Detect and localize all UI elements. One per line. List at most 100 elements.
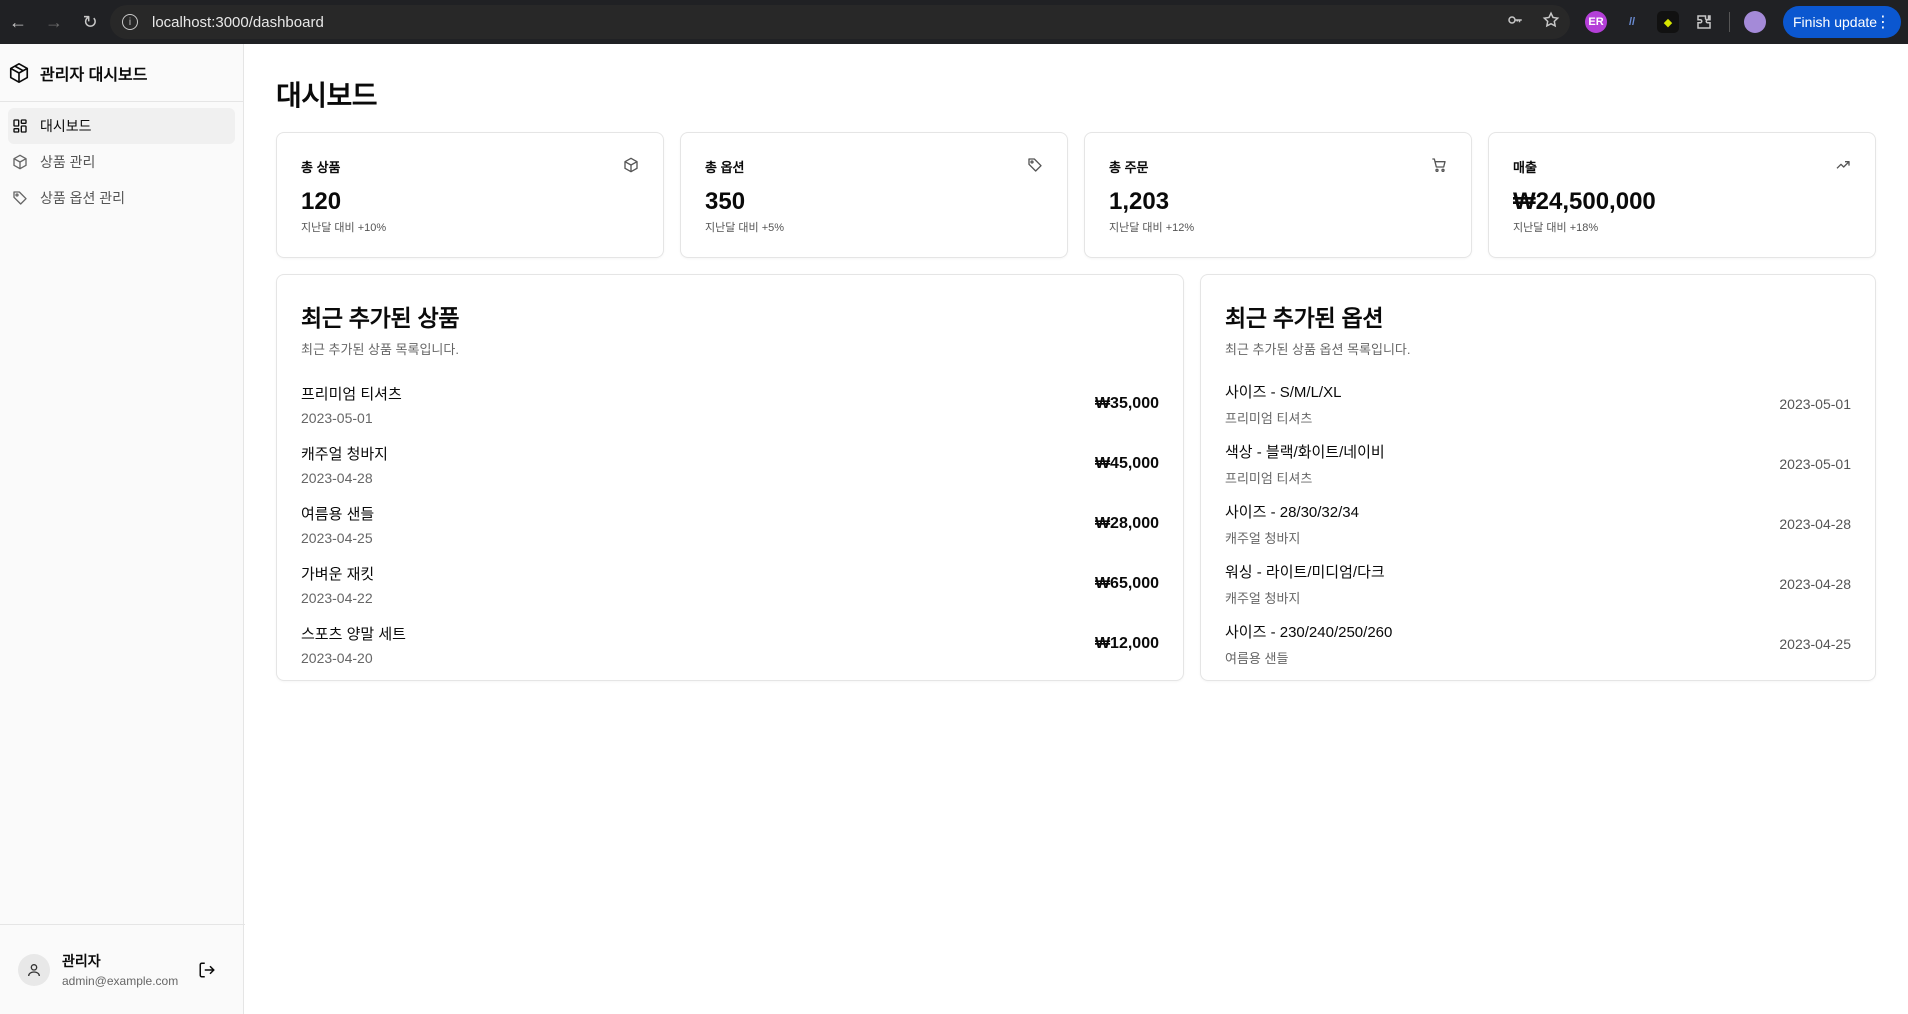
sidebar-brand[interactable]: 관리자 대시보드 bbox=[0, 44, 243, 102]
page-title: 대시보드 bbox=[276, 80, 378, 111]
product-date: 2023-04-25 bbox=[301, 529, 373, 546]
option-date: 2023-04-28 bbox=[1779, 576, 1851, 592]
browser-toolbar: ← → ↻ i localhost:3000/dashboard ER // ◆… bbox=[0, 0, 1908, 44]
stat-change: 지난달 대비 +10% bbox=[301, 222, 387, 234]
product-price: ₩45,000 bbox=[1094, 455, 1159, 472]
stat-change: 지난달 대비 +12% bbox=[1109, 222, 1195, 234]
user-icon bbox=[28, 963, 40, 976]
stat-card-options: 총 옵션 350 지난달 대비 +5% bbox=[680, 132, 1068, 258]
option-name: 워싱 - 라이트/미디엄/다크 bbox=[1225, 564, 1385, 581]
address-bar[interactable]: i localhost:3000/dashboard bbox=[110, 5, 1570, 39]
stat-change: 지난달 대비 +5% bbox=[705, 222, 785, 234]
trending-up-icon bbox=[1835, 157, 1851, 178]
product-price: ₩35,000 bbox=[1094, 395, 1159, 412]
option-name: 색상 - 블랙/화이트/네이비 bbox=[1225, 444, 1385, 461]
option-product: 캐주얼 청바지 bbox=[1225, 591, 1301, 606]
back-icon[interactable]: ← bbox=[0, 0, 36, 44]
finish-update-label: Finish update bbox=[1793, 14, 1878, 30]
recent-options-panel: 최근 추가된 옵션 최근 추가된 상품 옵션 목록입니다. 사이즈 - S/M/… bbox=[1200, 274, 1876, 681]
option-date: 2023-05-01 bbox=[1779, 456, 1851, 472]
option-date: 2023-05-01 bbox=[1779, 396, 1851, 412]
extension-icon[interactable]: // bbox=[1621, 11, 1643, 33]
stat-value: ₩24,500,000 bbox=[1513, 188, 1656, 215]
product-name: 가벼운 재킷 bbox=[301, 565, 375, 583]
product-price: ₩65,000 bbox=[1094, 575, 1159, 592]
list-item[interactable]: 스포츠 양말 세트 2023-04-20 ₩12,000 bbox=[301, 614, 1159, 674]
option-product: 프리미엄 티셔츠 bbox=[1225, 411, 1313, 426]
product-price: ₩12,000 bbox=[1094, 635, 1159, 652]
extension-icon[interactable]: ER bbox=[1585, 11, 1607, 33]
profile-avatar-icon[interactable] bbox=[1744, 11, 1766, 33]
app-root: 관리자 대시보드 대시보드 상품 관리 상품 옵션 관리 관리자 admin@e… bbox=[0, 44, 1908, 1014]
product-name: 여름용 샌들 bbox=[301, 505, 375, 523]
avatar bbox=[18, 953, 50, 986]
stat-value: 1,203 bbox=[1109, 188, 1170, 215]
panel-title: 최근 추가된 상품 bbox=[301, 305, 460, 331]
product-date: 2023-04-22 bbox=[301, 589, 373, 606]
finish-update-button[interactable]: Finish update ⋮ bbox=[1783, 6, 1901, 38]
option-name: 사이즈 - 230/240/250/260 bbox=[1225, 624, 1393, 641]
panel-description: 최근 추가된 상품 옵션 목록입니다. bbox=[1225, 342, 1411, 357]
bookmark-star-icon[interactable] bbox=[1542, 11, 1560, 34]
sidebar: 관리자 대시보드 대시보드 상품 관리 상품 옵션 관리 관리자 admin@e… bbox=[0, 44, 245, 1014]
sidebar-menu: 대시보드 상품 관리 상품 옵션 관리 bbox=[0, 102, 243, 222]
key-icon[interactable] bbox=[1506, 11, 1524, 34]
grid-icon bbox=[13, 119, 27, 133]
list-item[interactable]: 프리미엄 티셔츠 2023-05-01 ₩35,000 bbox=[301, 374, 1159, 434]
user-name: 관리자 bbox=[62, 953, 101, 969]
sidebar-item-product-options[interactable]: 상품 옵션 관리 bbox=[8, 180, 235, 216]
puzzle-icon[interactable] bbox=[1693, 11, 1715, 33]
main-content: 대시보드 총 상품 120 지난달 대비 +10% 총 옵션 350 지난달 대… bbox=[244, 44, 1908, 1014]
url-text: localhost:3000/dashboard bbox=[152, 13, 324, 31]
tag-icon bbox=[1027, 157, 1043, 178]
stat-card-orders: 총 주문 1,203 지난달 대비 +12% bbox=[1084, 132, 1472, 258]
user-profile: 관리자 admin@example.com bbox=[0, 924, 245, 1014]
option-product: 캐주얼 청바지 bbox=[1225, 531, 1301, 546]
list-item[interactable]: 워싱 - 라이트/미디엄/다크캐주얼 청바지 2023-04-28 bbox=[1225, 554, 1851, 614]
list-item[interactable]: 가벼운 재킷 2023-04-22 ₩65,000 bbox=[301, 554, 1159, 614]
recent-products-panel: 최근 추가된 상품 최근 추가된 상품 목록입니다. 프리미엄 티셔츠 2023-… bbox=[276, 274, 1184, 681]
stat-card-products: 총 상품 120 지난달 대비 +10% bbox=[276, 132, 664, 258]
panel-title: 최근 추가된 옵션 bbox=[1225, 305, 1384, 331]
logout-icon[interactable] bbox=[198, 961, 216, 984]
more-vert-icon[interactable]: ⋮ bbox=[1875, 12, 1891, 32]
sidebar-item-label: 대시보드 bbox=[40, 118, 92, 134]
stat-label: 총 상품 bbox=[301, 160, 341, 175]
extension-icon[interactable]: ◆ bbox=[1657, 11, 1679, 33]
list-item[interactable]: 색상 - 블랙/화이트/네이비프리미엄 티셔츠 2023-05-01 bbox=[1225, 434, 1851, 494]
reload-icon[interactable]: ↻ bbox=[72, 0, 108, 44]
list-item[interactable]: 캐주얼 청바지 2023-04-28 ₩45,000 bbox=[301, 434, 1159, 494]
sidebar-item-products[interactable]: 상품 관리 bbox=[8, 144, 235, 180]
cart-icon bbox=[1431, 157, 1447, 178]
list-item[interactable]: 여름용 샌들 2023-04-25 ₩28,000 bbox=[301, 494, 1159, 554]
option-name: 사이즈 - 28/30/32/34 bbox=[1225, 504, 1359, 521]
option-date: 2023-04-25 bbox=[1779, 636, 1851, 652]
list-item[interactable]: 사이즈 - S/M/L/XL 프리미엄 티셔츠 2023-05-01 bbox=[1225, 374, 1851, 434]
option-product: 여름용 샌들 bbox=[1225, 651, 1289, 666]
product-name: 스포츠 양말 세트 bbox=[301, 625, 406, 643]
user-email: admin@example.com bbox=[62, 974, 179, 988]
product-date: 2023-05-01 bbox=[301, 409, 373, 426]
stat-change: 지난달 대비 +18% bbox=[1513, 222, 1599, 234]
toolbar-divider bbox=[1729, 12, 1730, 32]
list-item[interactable]: 사이즈 - 28/30/32/34 캐주얼 청바지 2023-04-28 bbox=[1225, 494, 1851, 554]
stat-value: 350 bbox=[705, 188, 746, 215]
product-name: 프리미엄 티셔츠 bbox=[301, 385, 402, 403]
stats-row: 총 상품 120 지난달 대비 +10% 총 옵션 350 지난달 대비 +5%… bbox=[276, 132, 1876, 258]
product-date: 2023-04-20 bbox=[301, 649, 373, 666]
sidebar-item-label: 상품 옵션 관리 bbox=[40, 190, 126, 206]
sidebar-item-label: 상품 관리 bbox=[40, 154, 96, 170]
forward-icon[interactable]: → bbox=[36, 0, 72, 44]
site-info-icon[interactable]: i bbox=[122, 14, 138, 30]
product-name: 캐주얼 청바지 bbox=[301, 445, 388, 463]
panels-row: 최근 추가된 상품 최근 추가된 상품 목록입니다. 프리미엄 티셔츠 2023-… bbox=[276, 274, 1876, 681]
option-product: 프리미엄 티셔츠 bbox=[1225, 471, 1313, 486]
stat-label: 총 주문 bbox=[1109, 160, 1149, 175]
sidebar-item-dashboard[interactable]: 대시보드 bbox=[8, 108, 235, 144]
stat-label: 매출 bbox=[1513, 160, 1537, 175]
list-item[interactable]: 사이즈 - 230/240/250/260 여름용 샌들 2023-04-25 bbox=[1225, 614, 1851, 674]
stat-card-revenue: 매출 ₩24,500,000 지난달 대비 +18% bbox=[1488, 132, 1876, 258]
stat-value: 120 bbox=[301, 188, 342, 215]
package-icon bbox=[623, 157, 639, 178]
brand-title: 관리자 대시보드 bbox=[40, 66, 148, 84]
